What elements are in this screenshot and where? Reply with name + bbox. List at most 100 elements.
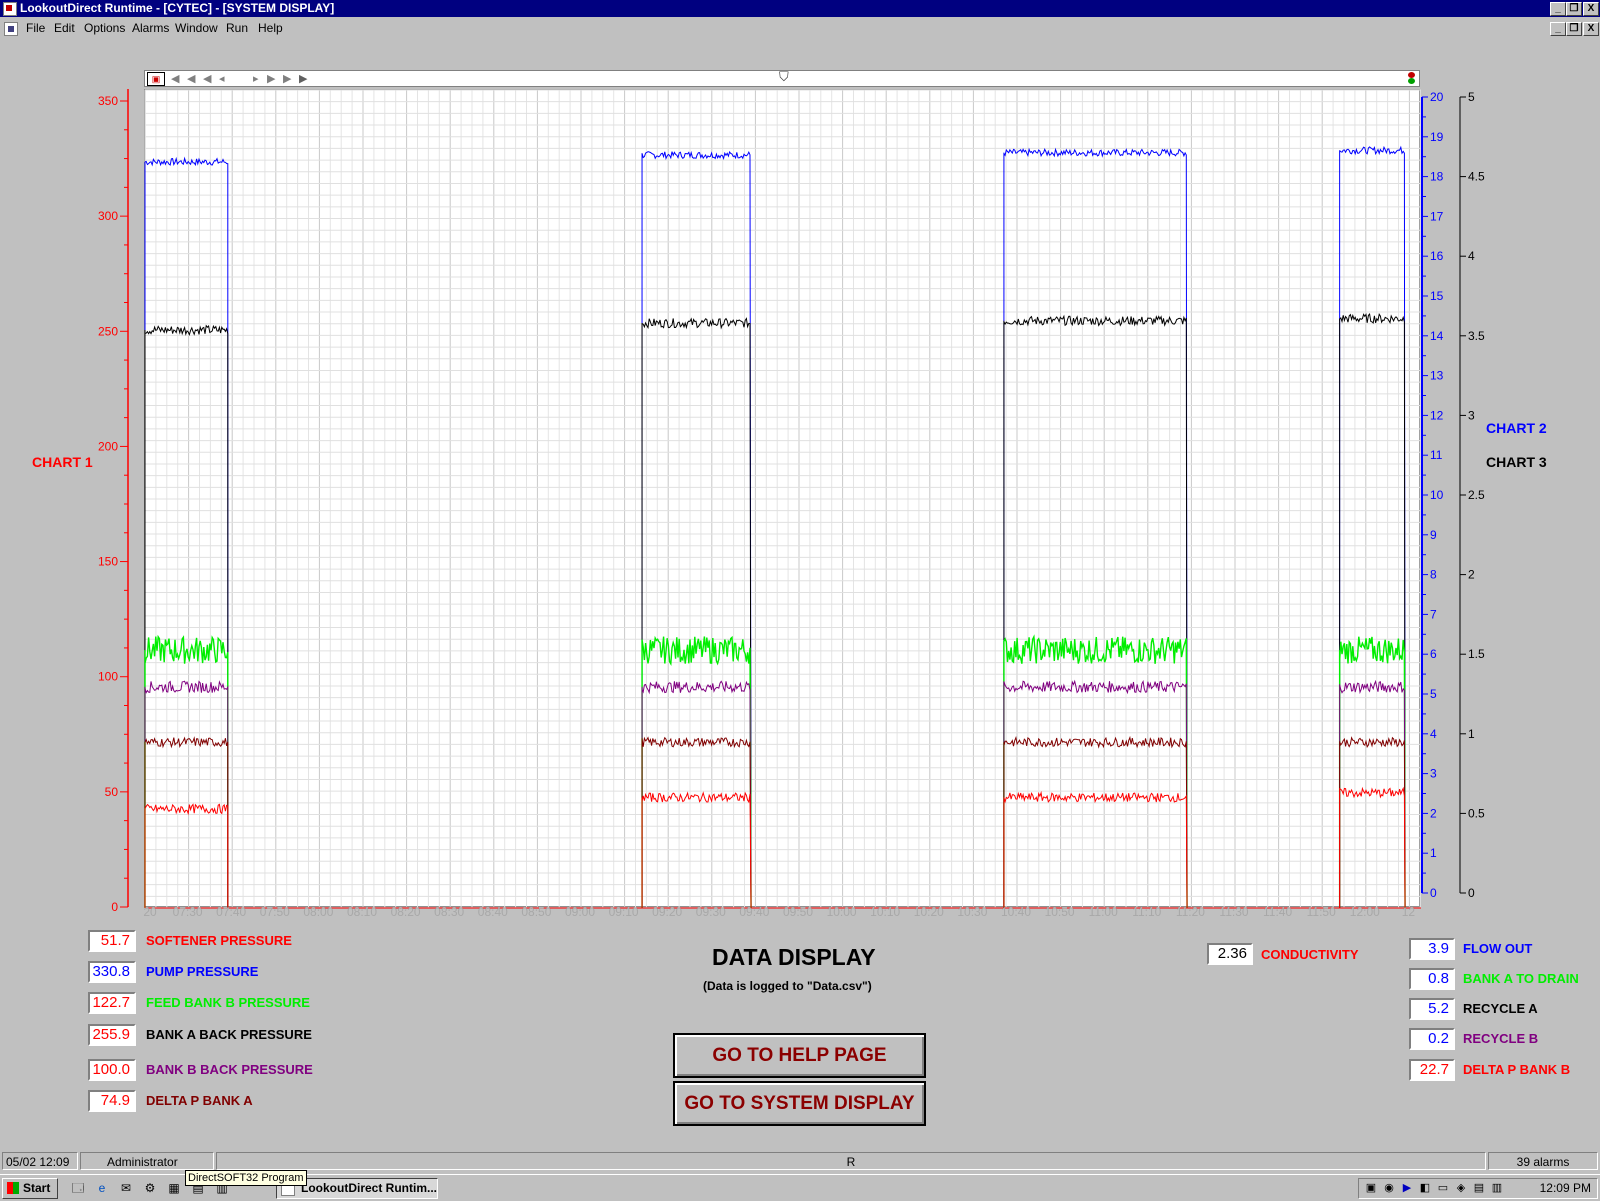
chart1-label: CHART 1 — [32, 454, 93, 470]
directsoft-icon[interactable]: ▦ — [166, 1180, 182, 1196]
series-feed_b-segment — [1338, 636, 1406, 909]
left-axis-tick-label: 50 — [105, 785, 119, 799]
page-back-icon[interactable]: ◀ — [187, 73, 195, 85]
series-bank_a_back-segment — [144, 324, 229, 909]
go-to-help-page-button[interactable]: GO TO HELP PAGE — [673, 1033, 926, 1078]
nudge-forward-icon[interactable]: ▸ — [253, 73, 259, 85]
left-readout-label: BANK B BACK PRESSURE — [146, 1062, 313, 1077]
antivirus-icon[interactable]: ◈ — [1453, 1180, 1469, 1196]
time-axis-tick-label: 08:20 — [391, 905, 421, 919]
menu-alarms[interactable]: Alarms — [132, 18, 169, 38]
close-button[interactable]: X — [1583, 2, 1599, 16]
time-axis-tick-label: 11:10 — [1132, 905, 1161, 919]
go-to-system-display-button[interactable]: GO TO SYSTEM DISPLAY — [673, 1081, 926, 1126]
doc-minimize-button[interactable]: _ — [1550, 22, 1566, 36]
menu-bar: File Edit Options Alarms Window Run Help… — [0, 18, 1600, 38]
display-icon[interactable]: ▭ — [1435, 1180, 1451, 1196]
trend-chart-plot[interactable] — [144, 89, 1421, 909]
media-icon[interactable]: ▶ — [1399, 1180, 1415, 1196]
channels-icon[interactable]: ⚙ — [142, 1180, 158, 1196]
left-readout-value: 100.0 — [88, 1059, 136, 1081]
time-axis-tick-label: 07:30 — [173, 905, 203, 919]
right-axis-chart2-tick-label: 16 — [1430, 249, 1444, 263]
series-bank_a_back — [144, 313, 1406, 909]
internet-explorer-icon[interactable]: e — [94, 1180, 110, 1196]
right-axis-chart3-tick-label: 3 — [1468, 408, 1475, 422]
left-readout-label: PUMP PRESSURE — [146, 964, 259, 979]
right-readout-label: RECYCLE B — [1463, 1031, 1539, 1046]
right-axis-chart2-tick-label: 9 — [1430, 528, 1437, 542]
time-axis: 20 07:30 07:40 07:50 08:00 08:10 08:20 08:30 08:… — [143, 905, 1415, 919]
menu-help[interactable]: Help — [258, 18, 283, 38]
right-axis-chart2-tick-label: 1 — [1430, 846, 1437, 860]
chart-navigation-bar[interactable]: ▣ ◀ ◀ ◀ ◂ ▸ ▶ ▶ ▶ ⛉ — [144, 70, 1420, 87]
right-axis-chart3-tick-label: 0 — [1468, 886, 1475, 900]
live-status-icon[interactable] — [1407, 72, 1417, 84]
right-axis-chart2-tick-label: 17 — [1430, 209, 1444, 223]
outlook-icon[interactable]: ✉ — [118, 1180, 134, 1196]
time-axis-tick-label: 10:20 — [914, 905, 944, 919]
title-bar[interactable]: LookoutDirect Runtime - [CYTEC] - [SYSTE… — [0, 0, 1600, 17]
network-icon[interactable]: ▣ — [1363, 1180, 1379, 1196]
document-icon[interactable] — [4, 22, 18, 36]
page-forward-icon[interactable]: ▶ — [283, 73, 291, 85]
right-axes-chart2-3: 0123456789101112131415161718192000.511.5… — [1421, 90, 1485, 900]
right-readout-label: DELTA P BANK B — [1463, 1062, 1571, 1077]
data-log-note: (Data is logged to "Data.csv") — [703, 979, 872, 993]
left-readout-label: DELTA P BANK A — [146, 1093, 253, 1108]
menu-options[interactable]: Options — [84, 18, 125, 38]
doc-close-button[interactable]: X — [1583, 22, 1599, 36]
series-delta_p_a-segment — [1339, 736, 1406, 909]
system-tray: ▣ ◉ ▶ ◧ ▭ ◈ ▤ ▥ 12:09 PM — [1358, 1178, 1598, 1199]
start-label: Start — [23, 1181, 51, 1195]
desktop-icon[interactable]: 🗔 — [70, 1180, 86, 1196]
right-axis-chart3-tick-label: 5 — [1468, 90, 1475, 104]
chart2-label: CHART 2 — [1486, 420, 1547, 436]
left-readout-value: 51.7 — [88, 930, 136, 952]
menu-window[interactable]: Window — [175, 18, 218, 38]
time-axis-tick-label: 11:50 — [1307, 905, 1336, 919]
conductivity-label: CONDUCTIVITY — [1261, 947, 1359, 962]
data-display-title: DATA DISPLAY — [712, 944, 876, 970]
menu-file[interactable]: File — [26, 18, 45, 38]
conductivity-value: 2.36 — [1207, 943, 1253, 965]
scroll-end-icon[interactable]: ▶ — [299, 73, 307, 85]
nudge-back-icon[interactable]: ◂ — [219, 73, 225, 85]
time-cursor-handle-icon[interactable]: ⛉ — [779, 70, 789, 83]
restore-button[interactable]: ❐ — [1566, 2, 1582, 16]
right-axis-chart2-tick-label: 11 — [1430, 448, 1443, 462]
left-axis-tick-label: 350 — [98, 94, 118, 108]
left-axis-tick-label: 150 — [98, 555, 118, 569]
menu-run[interactable]: Run — [226, 18, 248, 38]
series-softener-segment — [144, 803, 229, 909]
series-softener — [144, 786, 1406, 909]
scroll-start-icon[interactable]: ◀ — [171, 73, 179, 85]
right-readout-value: 5.2 — [1409, 998, 1455, 1020]
scheduler-icon[interactable]: ◉ — [1381, 1180, 1397, 1196]
time-axis-tick-label: 08:00 — [303, 905, 333, 919]
step-forward-icon[interactable]: ▶ — [267, 73, 275, 85]
start-button[interactable]: Start — [2, 1178, 58, 1199]
chart3-label: CHART 3 — [1486, 454, 1547, 470]
doc-restore-button[interactable]: ❐ — [1566, 22, 1582, 36]
right-axis-chart2-tick-label: 15 — [1430, 289, 1444, 303]
chart-zoom-icon[interactable]: ▣ — [147, 72, 165, 86]
step-back-icon[interactable]: ◀ — [203, 73, 211, 85]
right-axis-chart2-tick-label: 19 — [1430, 130, 1444, 144]
menu-edit[interactable]: Edit — [54, 18, 75, 38]
task-icon[interactable]: ▥ — [1489, 1180, 1505, 1196]
left-readout-label: BANK A BACK PRESSURE — [146, 1027, 312, 1042]
right-axis-chart2-tick-label: 3 — [1430, 767, 1437, 781]
status-datetime: 05/02 12:09 — [2, 1152, 78, 1170]
taskbar-clock[interactable]: 12:09 PM — [1540, 1181, 1591, 1195]
right-axis-chart2-tick-label: 14 — [1430, 329, 1444, 343]
left-axis-tick-label: 0 — [111, 900, 118, 914]
volume-icon[interactable]: ◧ — [1417, 1180, 1433, 1196]
series-bank_a_back-segment — [1339, 313, 1406, 909]
app-icon[interactable] — [3, 2, 17, 16]
printer-icon[interactable]: ▤ — [1471, 1180, 1487, 1196]
minimize-button[interactable]: _ — [1550, 2, 1566, 16]
right-axis-chart2-tick-label: 12 — [1430, 408, 1444, 422]
status-alarm-count[interactable]: 39 alarms — [1488, 1152, 1598, 1170]
right-readout-label: RECYCLE A — [1463, 1001, 1538, 1016]
